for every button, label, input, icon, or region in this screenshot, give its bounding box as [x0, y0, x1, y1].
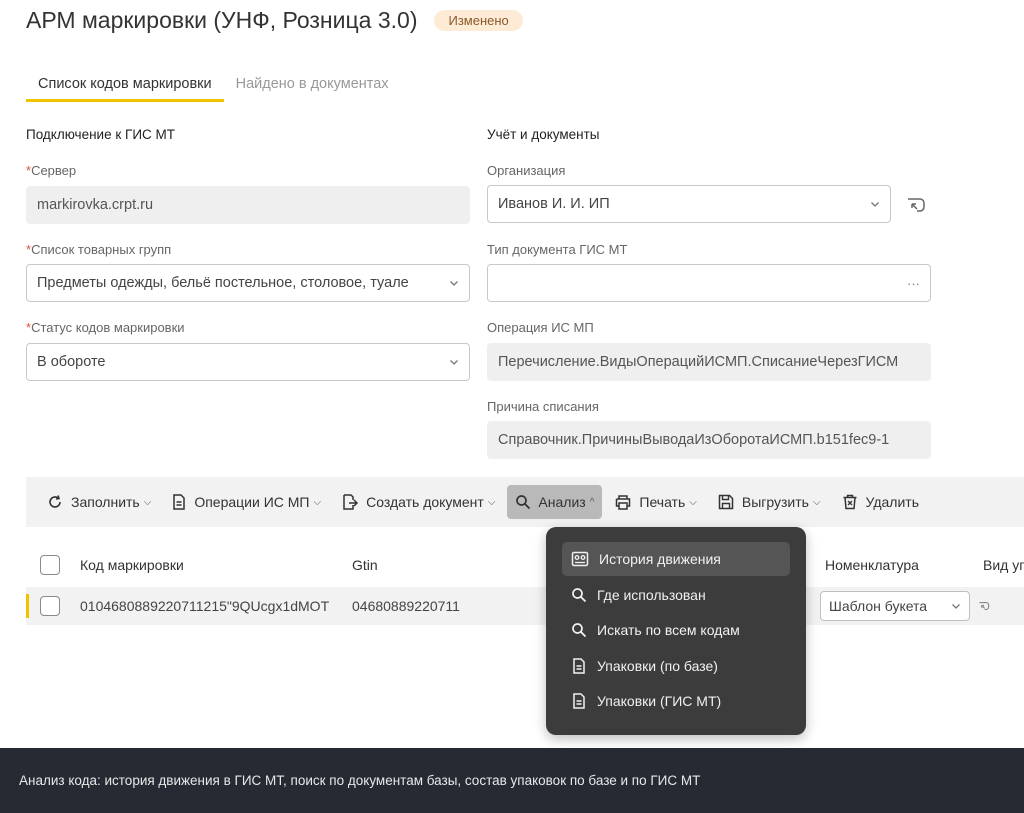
menu-item-search-all-codes[interactable]: Искать по всем кодам [562, 613, 790, 647]
refresh-icon [49, 495, 61, 508]
history-icon [571, 551, 589, 567]
search-icon [516, 495, 531, 510]
operation-label: Операция ИС МП [487, 320, 594, 335]
analysis-button[interactable]: Анализ ^ [507, 485, 603, 519]
create-document-icon [343, 494, 359, 510]
title-row: АРМ маркировки (УНФ, Розница 3.0) Измене… [26, 4, 523, 36]
status-badge: Изменено [434, 9, 523, 31]
server-label: *Сервер [26, 163, 77, 178]
status-text: Анализ кода: история движения в ГИС МТ, … [19, 773, 701, 788]
chevron-down-icon [952, 604, 960, 609]
app-window: АРМ маркировки (УНФ, Розница 3.0) Измене… [0, 0, 1024, 813]
command-toolbar: Заполнить ⌵ Операции ИС МП ⌵ Создать докум… [26, 477, 1024, 527]
chevron-down-icon [450, 281, 458, 286]
export-button[interactable]: Выгрузить ⌵ [709, 485, 829, 519]
chevron-down-icon: ⌵ [143, 496, 152, 508]
ops-button[interactable]: Операции ИС МП ⌵ [163, 485, 329, 519]
product-groups-label: *Список товарных групп [26, 242, 172, 257]
menu-item-history[interactable]: История движения [562, 542, 790, 576]
document-icon [573, 657, 585, 674]
search-icon [572, 623, 587, 638]
column-header-type[interactable]: Вид уп [983, 557, 1024, 573]
document-icon [573, 693, 585, 709]
reason-field: Справочник.ПричиныВыводаИзОборотаИСМП.b1… [487, 421, 931, 459]
chevron-down-icon: ⌵ [812, 496, 821, 508]
column-header-code[interactable]: Код маркировки [80, 557, 184, 573]
organization-label: Организация [487, 163, 566, 178]
doc-type-label: Тип документа ГИС МТ [487, 242, 628, 257]
reason-label: Причина списания [487, 399, 599, 414]
operation-field: Перечисление.ВидыОперацийИСМП.СписаниеЧе… [487, 343, 931, 381]
row-checkbox[interactable] [40, 596, 60, 616]
search-icon [572, 587, 587, 602]
current-row-marker [26, 594, 29, 618]
chevron-down-icon [450, 360, 458, 365]
chevron-down-icon [871, 202, 879, 207]
menu-item-where-used[interactable]: Где использован [562, 578, 790, 612]
table-row[interactable]: 0104680889220711215"9QUcgx1dMOT 04680889… [26, 587, 1024, 625]
menu-item-packages-base[interactable]: Упаковки (по базе) [562, 649, 790, 683]
print-button[interactable]: Печать ⌵ [606, 485, 704, 519]
column-header-nomenclature[interactable]: Номенклатура [825, 557, 919, 573]
chevron-down-icon: ⌵ [487, 496, 496, 508]
analysis-dropdown-menu: История движения Где использован Искать … [546, 527, 806, 735]
save-icon [718, 494, 734, 510]
code-status-label: *Статус кодов маркировки [26, 320, 185, 335]
ellipsis-icon[interactable]: ··· [907, 276, 920, 291]
nomenclature-select[interactable]: Шаблон букета [820, 591, 970, 621]
tab-found-in-documents[interactable]: Найдено в документах [224, 72, 401, 102]
product-groups-select[interactable]: Предметы одежды, бельё постельное, столо… [26, 264, 470, 302]
cell-gtin: 04680889220711 [352, 598, 460, 614]
create-document-button[interactable]: Создать документ ⌵ [333, 485, 503, 519]
status-bar: Анализ кода: история движения в ГИС МТ, … [0, 748, 1024, 813]
server-field: markirovka.crpt.ru [26, 186, 470, 224]
printer-icon [616, 495, 631, 510]
section-title-connection: Подключение к ГИС МТ [26, 127, 176, 142]
column-header-gtin[interactable]: Gtin [352, 557, 378, 573]
open-organization-icon[interactable] [902, 191, 930, 219]
document-icon [173, 494, 186, 510]
trash-icon [843, 494, 857, 510]
tab-codes-list[interactable]: Список кодов маркировки [26, 72, 224, 102]
cell-code: 0104680889220711215"9QUcgx1dMOT [80, 598, 330, 614]
chevron-down-icon: ⌵ [689, 496, 697, 508]
menu-item-packages-gis[interactable]: Упаковки (ГИС МТ) [562, 684, 790, 718]
page-title: АРМ маркировки (УНФ, Розница 3.0) [26, 6, 418, 33]
grid-header: Код маркировки Gtin Номенклатура Вид уп [26, 547, 1024, 583]
open-nomenclature-icon[interactable] [976, 598, 992, 614]
select-all-checkbox[interactable] [40, 555, 60, 575]
organization-select[interactable]: Иванов И. И. ИП [487, 185, 891, 223]
code-status-select[interactable]: В обороте [26, 343, 470, 381]
delete-button[interactable]: Удалить [833, 485, 927, 519]
tab-bar: Список кодов маркировки Найдено в докуме… [26, 72, 401, 102]
doc-type-field[interactable]: ··· [487, 264, 931, 302]
chevron-down-icon: ⌵ [313, 496, 322, 508]
fill-button[interactable]: Заполнить ⌵ [38, 485, 159, 519]
section-title-accounting: Учёт и документы [487, 127, 600, 142]
chevron-up-icon: ^ [589, 496, 595, 508]
